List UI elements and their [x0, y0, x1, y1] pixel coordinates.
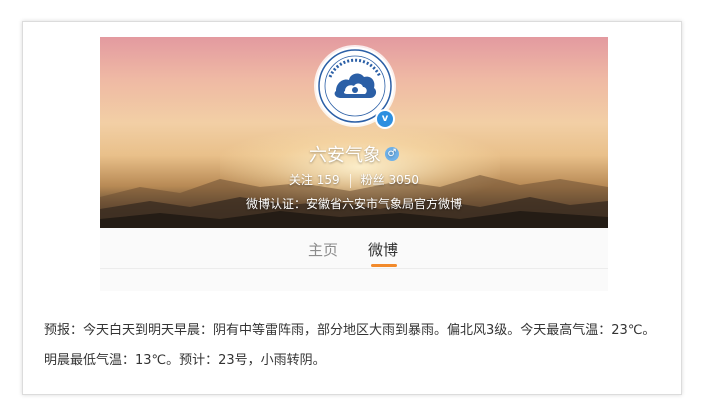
profile-banner: v 六安气象 ♂ 关注 159 粉丝 3050 微博认证：安徽省六安市气象局官方微博 — [100, 37, 608, 228]
weibo-profile-card: v 六安气象 ♂ 关注 159 粉丝 3050 微博认证：安徽省六安市气象局官方微博… — [100, 37, 608, 291]
profile-stats: 关注 159 粉丝 3050 — [100, 171, 608, 188]
verification-text: 微博认证：安徽省六安市气象局官方微博 — [245, 197, 462, 211]
follow-stat[interactable]: 关注 159 — [289, 173, 340, 187]
profile-name[interactable]: 六安气象 — [309, 145, 381, 166]
forecast-paragraph: 预报：今天白天到明天早晨：阴有中等雷阵雨，部分地区大雨到暴雨。偏北风3级。今天最… — [44, 323, 656, 368]
verified-badge-icon: v — [375, 109, 395, 129]
fans-stat[interactable]: 粉丝 3050 — [361, 173, 419, 187]
fans-label: 粉丝 — [360, 173, 385, 187]
tab-home[interactable]: 主页 — [308, 239, 338, 260]
profile-name-row: 六安气象 ♂ — [100, 141, 608, 167]
follow-label: 关注 — [288, 173, 313, 187]
stats-divider — [349, 173, 351, 188]
follow-count: 159 — [316, 173, 340, 187]
active-tab-indicator — [371, 264, 397, 267]
fans-count: 3050 — [388, 173, 420, 187]
mountain-silhouette — [100, 175, 608, 228]
profile-tabs: 主页 微博 — [100, 228, 608, 269]
tab-weibo[interactable]: 微博 — [368, 239, 398, 260]
male-gender-icon: ♂ — [385, 147, 399, 161]
